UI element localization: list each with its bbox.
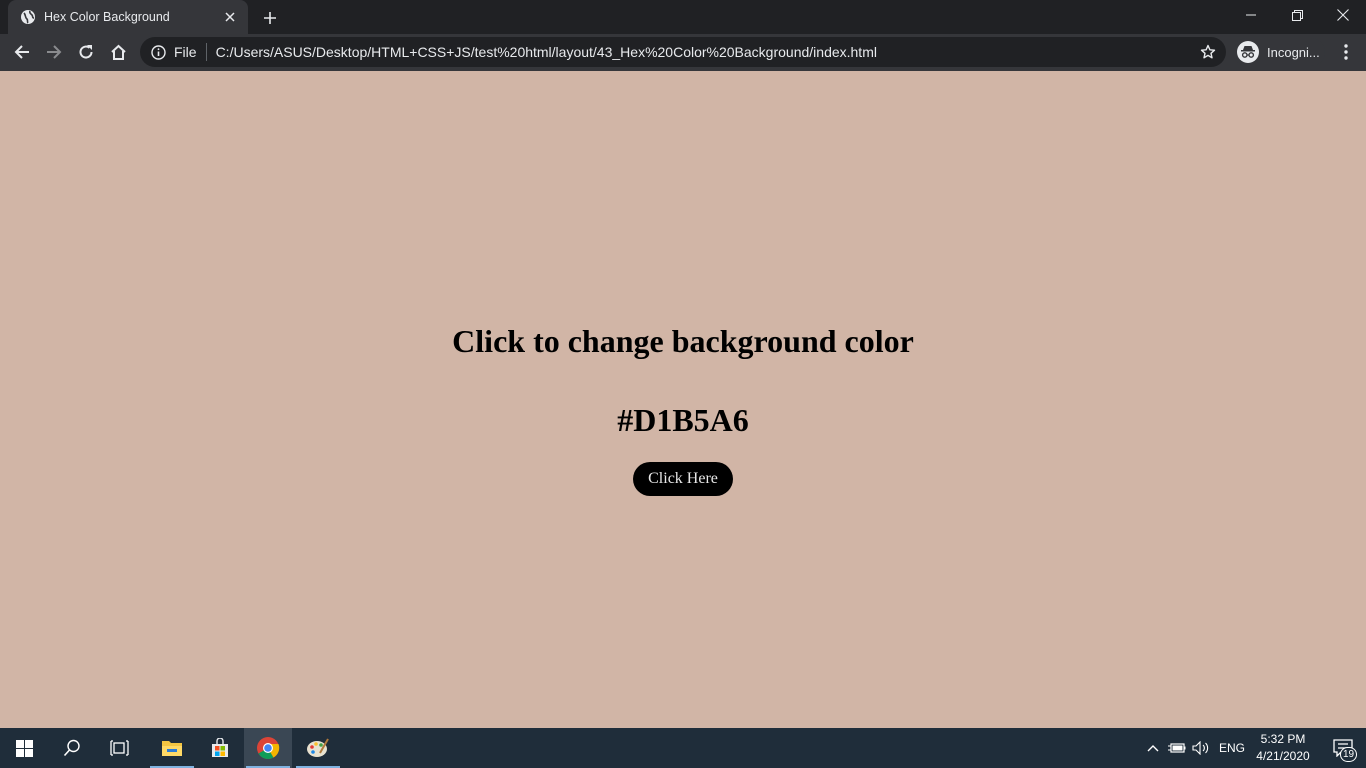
address-bar[interactable]: File C:/Users/ASUS/Desktop/HTML+CSS+JS/t… — [140, 37, 1226, 67]
clock-time: 5:32 PM — [1260, 732, 1306, 746]
page-viewport: Click to change background color #D1B5A6… — [0, 71, 1366, 728]
microsoft-store-button[interactable] — [196, 728, 244, 768]
chevron-up-icon[interactable] — [1143, 738, 1163, 758]
search-icon — [63, 739, 80, 757]
clock-date: 4/21/2020 — [1256, 749, 1310, 763]
battery-icon[interactable] — [1167, 738, 1187, 758]
close-tab-icon[interactable] — [222, 9, 238, 25]
new-tab-button[interactable] — [258, 6, 282, 30]
task-view-icon — [110, 740, 129, 756]
system-clock[interactable]: 5:32 PM 4/21/2020 — [1250, 731, 1316, 765]
volume-icon[interactable] — [1191, 738, 1211, 758]
restore-button[interactable] — [1274, 0, 1320, 30]
incognito-label: Incogni... — [1267, 44, 1320, 60]
notification-count-badge: 19 — [1340, 747, 1357, 762]
arrow-right-icon — [47, 45, 62, 59]
folder-icon — [162, 741, 182, 756]
back-button[interactable] — [8, 38, 36, 66]
chrome-taskbar-button[interactable] — [244, 728, 292, 768]
bookmark-star-icon[interactable] — [1200, 44, 1216, 60]
url-text[interactable]: C:/Users/ASUS/Desktop/HTML+CSS+JS/test%2… — [216, 44, 877, 60]
input-language[interactable]: ENG — [1219, 741, 1245, 755]
windows-logo-icon — [15, 739, 33, 757]
browser-menu-button[interactable] — [1332, 38, 1360, 66]
search-button[interactable] — [48, 728, 96, 768]
incognito-icon — [1237, 41, 1259, 63]
info-icon[interactable] — [150, 44, 166, 60]
url-scheme: File — [174, 44, 197, 60]
more-vertical-icon — [1344, 44, 1348, 60]
arrow-left-icon — [14, 45, 29, 59]
url-separator — [205, 43, 207, 61]
store-bag-icon — [212, 738, 228, 757]
browser-tab[interactable]: Hex Color Background — [8, 0, 248, 34]
home-button[interactable] — [104, 38, 132, 66]
hex-color-value: #D1B5A6 — [617, 402, 749, 438]
task-view-button[interactable] — [96, 728, 144, 768]
windows-taskbar: ENG 5:32 PM 4/21/2020 19 — [0, 728, 1366, 768]
reload-button[interactable] — [72, 38, 100, 66]
paint-button[interactable] — [294, 728, 342, 768]
tab-strip: Hex Color Background — [0, 0, 1366, 34]
close-window-button[interactable] — [1320, 0, 1366, 30]
file-explorer-button[interactable] — [148, 728, 196, 768]
minimize-button[interactable] — [1228, 0, 1274, 30]
start-button[interactable] — [0, 728, 48, 768]
paint-palette-icon — [307, 738, 329, 757]
tab-title: Hex Color Background — [44, 10, 170, 24]
browser-toolbar: File C:/Users/ASUS/Desktop/HTML+CSS+JS/t… — [0, 34, 1366, 71]
change-color-button[interactable]: Click Here — [633, 462, 733, 496]
home-icon — [110, 44, 126, 60]
forward-button[interactable] — [40, 38, 68, 66]
chrome-icon — [257, 737, 280, 759]
page-heading: Click to change background color — [452, 323, 914, 359]
reload-icon — [79, 45, 93, 59]
globe-icon — [20, 9, 36, 25]
incognito-profile-button[interactable]: Incogni... — [1233, 38, 1325, 66]
action-center-button[interactable]: 19 — [1320, 728, 1366, 768]
